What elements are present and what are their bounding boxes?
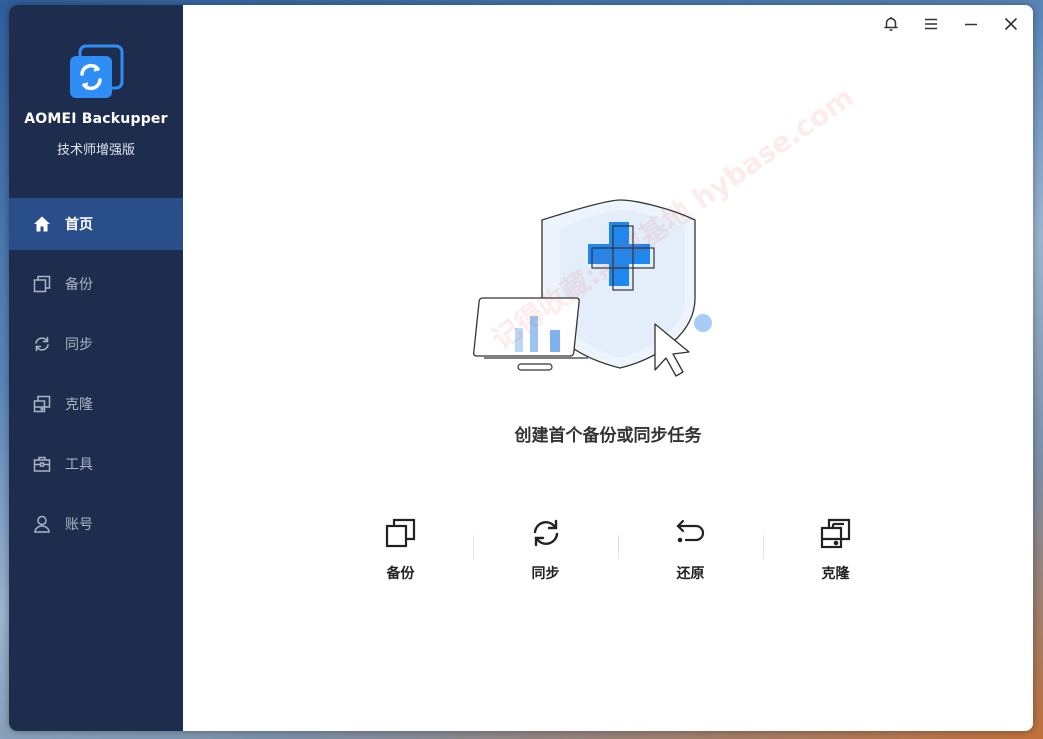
sidebar-item-home[interactable]: 首页 xyxy=(9,198,183,250)
app-logo-icon xyxy=(70,44,124,98)
sidebar-item-label: 工具 xyxy=(65,457,93,473)
action-label: 还原 xyxy=(676,566,705,582)
sidebar-item-clone[interactable]: 克隆 xyxy=(9,378,183,430)
sidebar-item-sync[interactable]: 同步 xyxy=(9,318,183,370)
home-icon xyxy=(33,215,51,233)
sidebar: AOMEI Backupper 技术师增强版 首页 备份 同步 克隆 工具 账号 xyxy=(9,5,183,731)
sidebar-nav: 首页 备份 同步 克隆 工具 账号 xyxy=(9,198,183,558)
sidebar-item-backup[interactable]: 备份 xyxy=(9,258,183,310)
backup-icon xyxy=(385,518,415,548)
action-label: 同步 xyxy=(531,566,560,582)
close-icon[interactable] xyxy=(1002,15,1020,33)
sync-action-button[interactable]: 同步 xyxy=(473,517,618,583)
menu-icon[interactable] xyxy=(922,15,940,33)
restore-icon xyxy=(675,519,704,543)
clone-icon xyxy=(33,395,51,413)
toolbox-icon xyxy=(33,455,51,473)
backup-icon xyxy=(33,275,51,293)
clone-icon xyxy=(820,518,850,549)
action-label: 克隆 xyxy=(821,566,850,582)
sidebar-item-label: 首页 xyxy=(65,217,93,233)
action-label: 备份 xyxy=(386,566,415,582)
app-name: AOMEI Backupper xyxy=(24,111,168,127)
restore-action-button[interactable]: 还原 xyxy=(618,517,763,583)
clone-action-button[interactable]: 克隆 xyxy=(763,517,908,583)
backup-action-button[interactable]: 备份 xyxy=(328,517,473,583)
minimize-icon[interactable] xyxy=(962,15,980,33)
app-window: AOMEI Backupper 技术师增强版 首页 备份 同步 克隆 工具 账号… xyxy=(9,5,1033,731)
sidebar-item-account[interactable]: 账号 xyxy=(9,498,183,550)
quick-actions: 备份 同步 还原 克隆 xyxy=(328,517,908,583)
sidebar-item-label: 备份 xyxy=(65,277,93,293)
app-edition: 技术师增强版 xyxy=(56,143,135,158)
sync-icon xyxy=(533,519,558,547)
bell-icon[interactable] xyxy=(882,15,900,33)
sync-icon xyxy=(33,335,51,353)
main-panel: 记得收藏:黑域基地 hybase.com 创建首个备份或同步任务 备份 同步 还… xyxy=(183,5,1033,731)
sidebar-item-tools[interactable]: 工具 xyxy=(9,438,183,490)
sidebar-item-label: 同步 xyxy=(65,337,93,353)
sidebar-item-label: 克隆 xyxy=(65,397,93,413)
hero-title: 创建首个备份或同步任务 xyxy=(514,426,702,446)
user-icon xyxy=(33,515,51,533)
sidebar-item-label: 账号 xyxy=(65,517,93,533)
